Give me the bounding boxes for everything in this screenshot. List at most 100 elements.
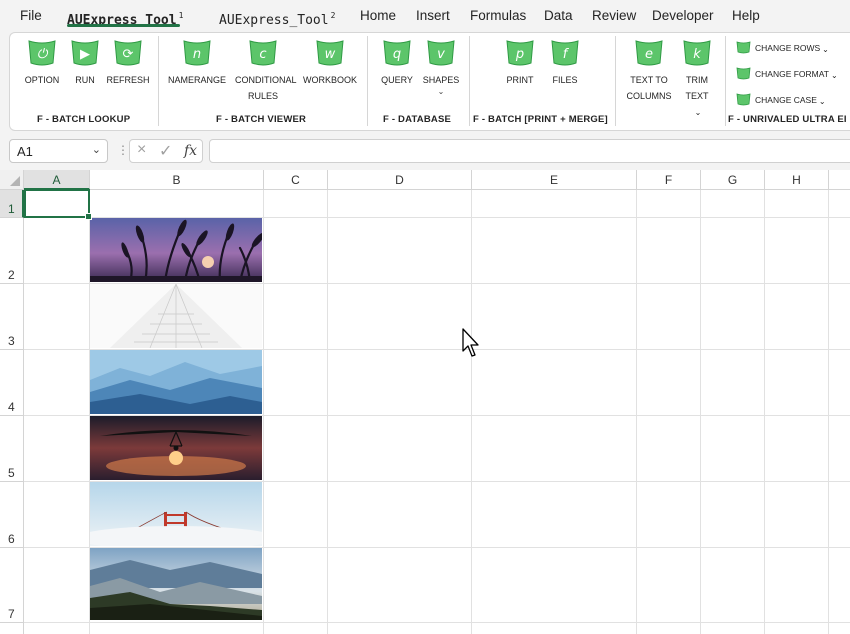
namerange-icon: n xyxy=(183,40,211,66)
row-header-5[interactable]: 5 xyxy=(0,416,24,482)
insert-function-icon[interactable]: fx xyxy=(184,143,197,159)
enter-icon[interactable]: ✓ xyxy=(159,141,172,161)
menu-auexpress-tool-1[interactable]: AUExpress_Tool 1 xyxy=(67,0,183,30)
cancel-icon[interactable]: × xyxy=(137,141,146,159)
menu-insert[interactable]: Insert xyxy=(416,0,450,30)
group-label-batch-lookup: F - BATCH LOOKUP xyxy=(37,114,131,125)
gridline xyxy=(764,190,765,634)
files-button[interactable]: f FILES xyxy=(533,39,597,88)
row-number: 6 xyxy=(8,532,15,546)
menu-developer[interactable]: Developer xyxy=(652,0,714,30)
menu-label: AUExpress_Tool xyxy=(219,13,329,28)
column-header-a[interactable]: A xyxy=(24,170,90,190)
row-number: 1 xyxy=(8,202,15,216)
row-header-4[interactable]: 4 xyxy=(0,350,24,416)
change-rows-label: CHANGE ROWS xyxy=(755,42,821,53)
row-header-1[interactable]: 1 xyxy=(0,190,24,218)
group-divider xyxy=(158,36,159,126)
group-label-batch-viewer: F - BATCH VIEWER xyxy=(216,114,307,125)
active-cell-selection[interactable] xyxy=(24,189,92,220)
menu-label: AUExpress_Tool xyxy=(67,13,177,28)
trim-text-label: TRIM TEXT ⌄ xyxy=(682,72,712,121)
shapes-label: SHAPES xyxy=(422,75,460,85)
svg-text:w: w xyxy=(325,47,336,62)
wheat-silhouette-sunset-image[interactable] xyxy=(90,218,262,282)
group-label-database: F - DATABASE xyxy=(383,114,452,125)
menu-file[interactable]: File xyxy=(20,0,42,30)
menu-data[interactable]: Data xyxy=(544,0,573,30)
chevron-down-icon: ⌄ xyxy=(818,97,826,106)
refresh-label: REFRESH xyxy=(106,75,150,85)
column-header-e[interactable]: E xyxy=(472,170,637,190)
gridline xyxy=(828,190,829,634)
namerange-button[interactable]: n NAMERANGE xyxy=(165,39,229,88)
blue-misty-mountains-image[interactable] xyxy=(90,350,262,414)
workbook-label: WORKBOOK xyxy=(302,75,357,85)
menu-review[interactable]: Review xyxy=(592,0,636,30)
forest-hills-fog-image[interactable] xyxy=(90,548,262,620)
change-format-label: CHANGE FORMAT xyxy=(755,68,829,79)
group-label-batch-print-merge: F - BATCH [PRINT + MERGE] xyxy=(473,114,608,125)
svg-text:k: k xyxy=(693,47,701,62)
row-header-6[interactable]: 6 xyxy=(0,482,24,548)
menu-sup: 2 xyxy=(330,11,336,20)
change-rows-button[interactable]: CHANGE ROWS ⌄ xyxy=(736,39,829,57)
refresh-button[interactable]: ⟳ REFRESH xyxy=(96,39,160,88)
ribbon: ⏻ OPTION ▶ RUN ⟳ REFRESH n NAMERANGE c C… xyxy=(9,32,850,131)
chevron-down-icon[interactable]: ⌄ xyxy=(92,143,101,156)
formula-input[interactable] xyxy=(209,139,850,163)
text-to-columns-icon: e xyxy=(635,40,663,66)
change-rows-icon xyxy=(736,41,751,54)
svg-text:⟳: ⟳ xyxy=(123,47,134,62)
gridline xyxy=(327,190,328,634)
name-box[interactable]: A1 ⌄ xyxy=(9,139,108,163)
formula-buttons: × ✓ fx xyxy=(129,139,203,163)
change-case-button[interactable]: CHANGE CASE ⌄ xyxy=(736,91,826,109)
select-all-button[interactable] xyxy=(0,170,24,190)
gridline xyxy=(471,190,472,634)
menu-formulas[interactable]: Formulas xyxy=(470,0,526,30)
white-skyscraper-image[interactable] xyxy=(90,284,262,348)
column-header-c[interactable]: C xyxy=(264,170,328,190)
column-header-b[interactable]: B xyxy=(90,170,264,190)
trim-text-icon: k xyxy=(683,40,711,66)
row-header-3[interactable]: 3 xyxy=(0,284,24,350)
menu-home[interactable]: Home xyxy=(360,0,396,30)
menu-help[interactable]: Help xyxy=(732,0,760,30)
menu-auexpress-tool-2[interactable]: AUExpress_Tool 2 xyxy=(219,0,335,30)
namerange-label: NAMERANGE xyxy=(167,75,226,85)
row-number: 5 xyxy=(8,466,15,480)
row-number: 2 xyxy=(8,268,15,282)
chevron-down-icon: ⌄ xyxy=(694,108,702,117)
worksheet-grid: A B C D E F G H 1 2 3 4 5 6 7 xyxy=(0,170,850,634)
column-header-h[interactable]: H xyxy=(765,170,829,190)
svg-text:c: c xyxy=(259,47,266,62)
row-header-8[interactable] xyxy=(0,623,24,634)
group-divider xyxy=(615,36,616,126)
svg-text:v: v xyxy=(437,47,445,62)
conditional-rules-button[interactable]: c CONDITIONAL RULES xyxy=(231,39,297,104)
gridline xyxy=(263,190,264,634)
svg-text:▶: ▶ xyxy=(80,47,90,62)
svg-text:q: q xyxy=(393,47,401,62)
shapes-button[interactable]: v SHAPES ⌄ xyxy=(409,39,473,96)
svg-text:n: n xyxy=(193,47,201,62)
gridline xyxy=(24,622,850,623)
column-header-partial[interactable] xyxy=(829,170,850,190)
print-icon: p xyxy=(506,40,534,66)
row-header-2[interactable]: 2 xyxy=(0,218,24,284)
bridge-above-clouds-image[interactable] xyxy=(90,482,262,546)
chevron-down-icon: ⌄ xyxy=(822,45,829,54)
gridline xyxy=(636,190,637,634)
trim-text-button[interactable]: k TRIM TEXT ⌄ xyxy=(665,39,729,121)
hang-glider-sunset-image[interactable] xyxy=(90,416,262,480)
column-header-f[interactable]: F xyxy=(637,170,701,190)
column-header-d[interactable]: D xyxy=(328,170,472,190)
chevron-down-icon: ⌄ xyxy=(437,87,445,96)
column-header-g[interactable]: G xyxy=(701,170,765,190)
svg-text:⏻: ⏻ xyxy=(37,47,49,62)
workbook-button[interactable]: w WORKBOOK xyxy=(298,39,362,88)
change-format-button[interactable]: CHANGE FORMAT ⌄ xyxy=(736,65,838,83)
menu-bar: File AUExpress_Tool 1 AUExpress_Tool 2 Hom… xyxy=(0,0,850,30)
row-header-7[interactable]: 7 xyxy=(0,548,24,623)
